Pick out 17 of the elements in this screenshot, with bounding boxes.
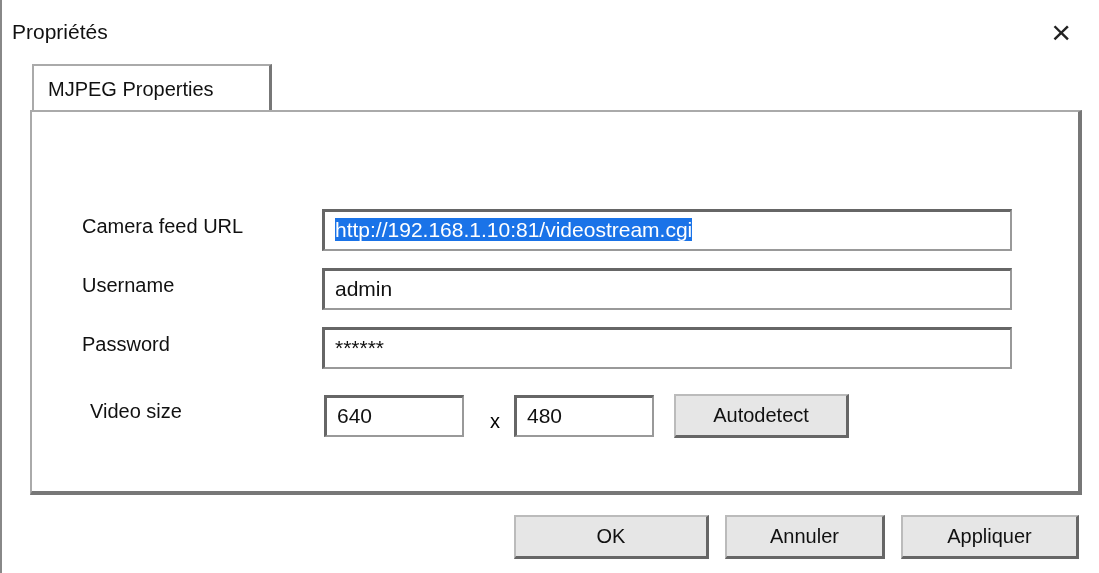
field-label: Password <box>82 332 171 356</box>
text-field[interactable]: ****** <box>322 327 1012 369</box>
window-title: Propriétés <box>12 20 108 44</box>
width-field[interactable]: 640 <box>324 395 464 437</box>
dialog-button[interactable]: Annuler <box>725 515 885 559</box>
dialog-button[interactable]: OK <box>514 515 709 559</box>
dialog-button[interactable]: Appliquer <box>901 515 1079 559</box>
text-field[interactable]: http://192.168.1.10:81/videostream.cgi <box>322 209 1012 251</box>
tab[interactable]: MJPEG Properties <box>32 64 272 110</box>
field-label: Video size <box>89 399 183 423</box>
autodetect-button[interactable]: Autodetect <box>674 394 849 438</box>
text-field[interactable]: admin <box>322 268 1012 310</box>
separator-text: x <box>490 409 500 433</box>
field-label: Username <box>82 273 176 297</box>
close-icon[interactable]: × <box>1051 12 1071 52</box>
height-field[interactable]: 480 <box>514 395 654 437</box>
field-label: Camera feed URL <box>82 214 245 238</box>
